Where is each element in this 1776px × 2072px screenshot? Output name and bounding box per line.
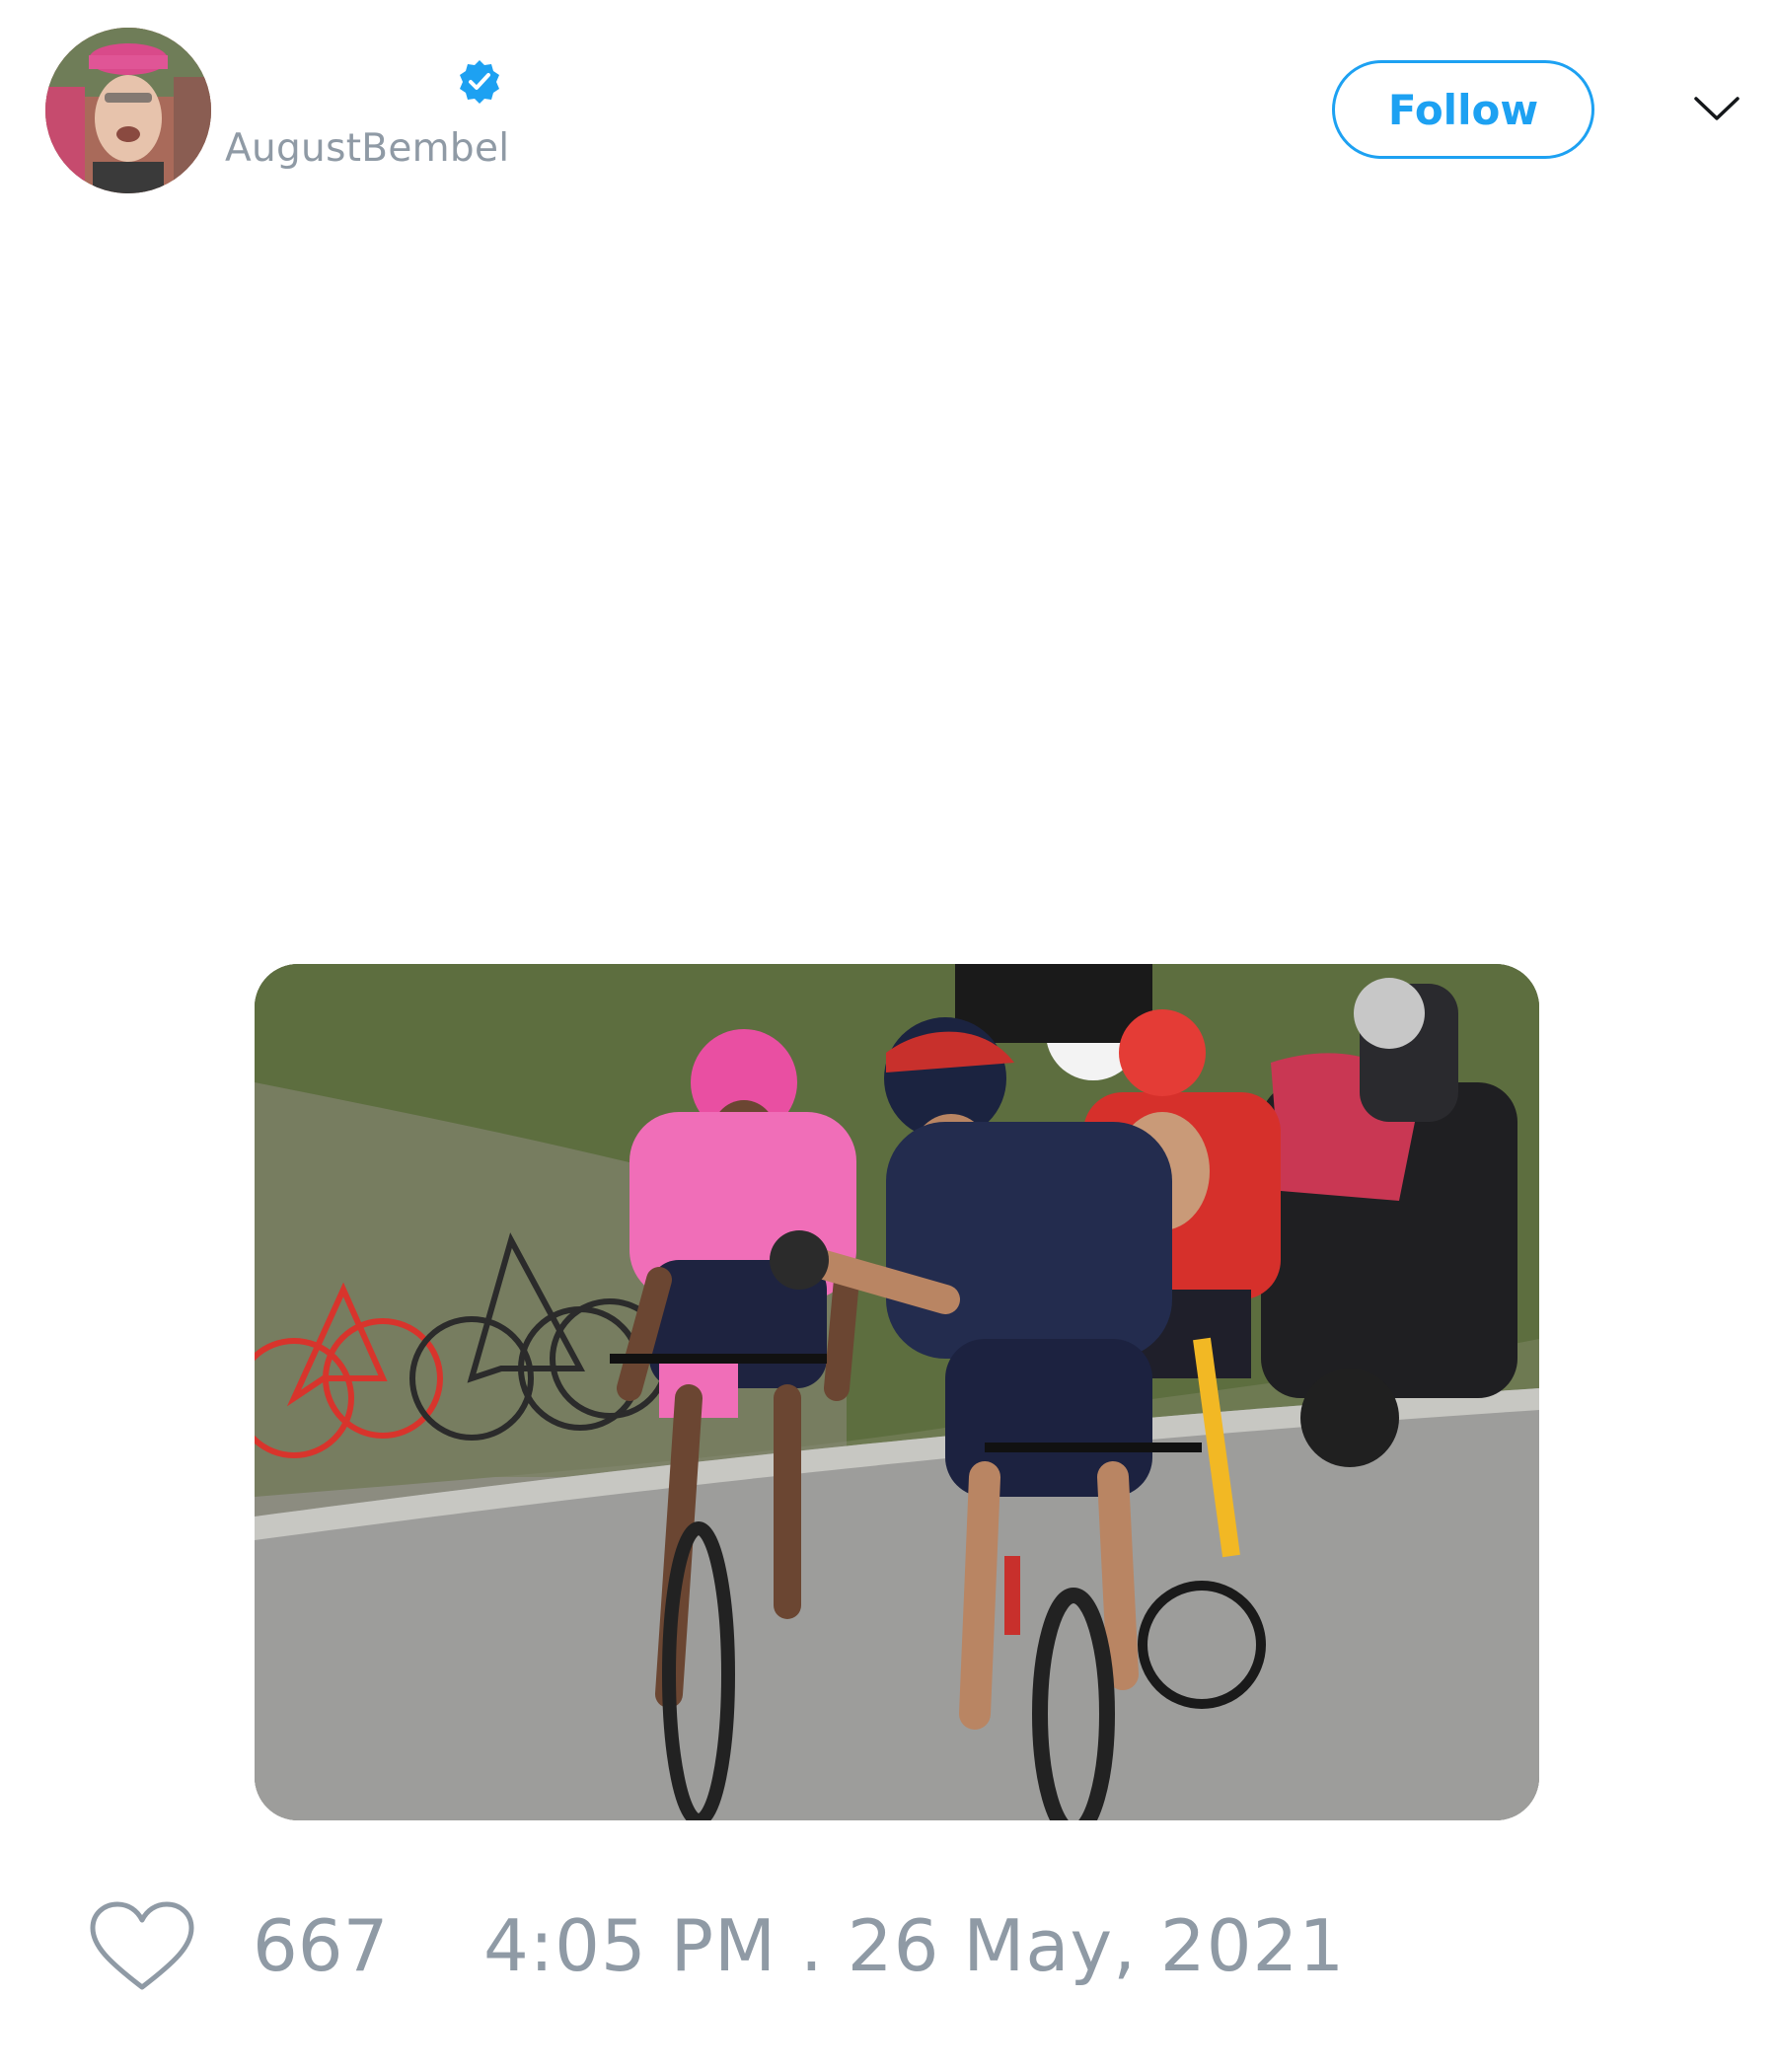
cyclists-photo-image — [255, 964, 1539, 1820]
user-avatar[interactable] — [45, 28, 211, 193]
tweet-header: AugustBembel Follow — [0, 0, 1776, 217]
display-name-row — [229, 57, 503, 107]
tweet-footer: 667 4:05 PM . 26 May, 2021 — [0, 1894, 1776, 2003]
chevron-down-icon — [1694, 97, 1739, 120]
verified-badge-icon — [460, 60, 499, 104]
like-count: 667 — [253, 1904, 389, 1987]
follow-button[interactable]: Follow — [1332, 60, 1594, 159]
like-button[interactable] — [89, 1900, 195, 1995]
more-options-button[interactable] — [1687, 85, 1746, 134]
avatar-image — [45, 28, 211, 193]
tweet-timestamp[interactable]: 4:05 PM . 26 May, 2021 — [483, 1910, 1345, 1981]
heart-icon — [90, 1901, 194, 1990]
user-handle[interactable]: AugustBembel — [225, 126, 509, 171]
tweet-photo[interactable] — [255, 964, 1539, 1820]
